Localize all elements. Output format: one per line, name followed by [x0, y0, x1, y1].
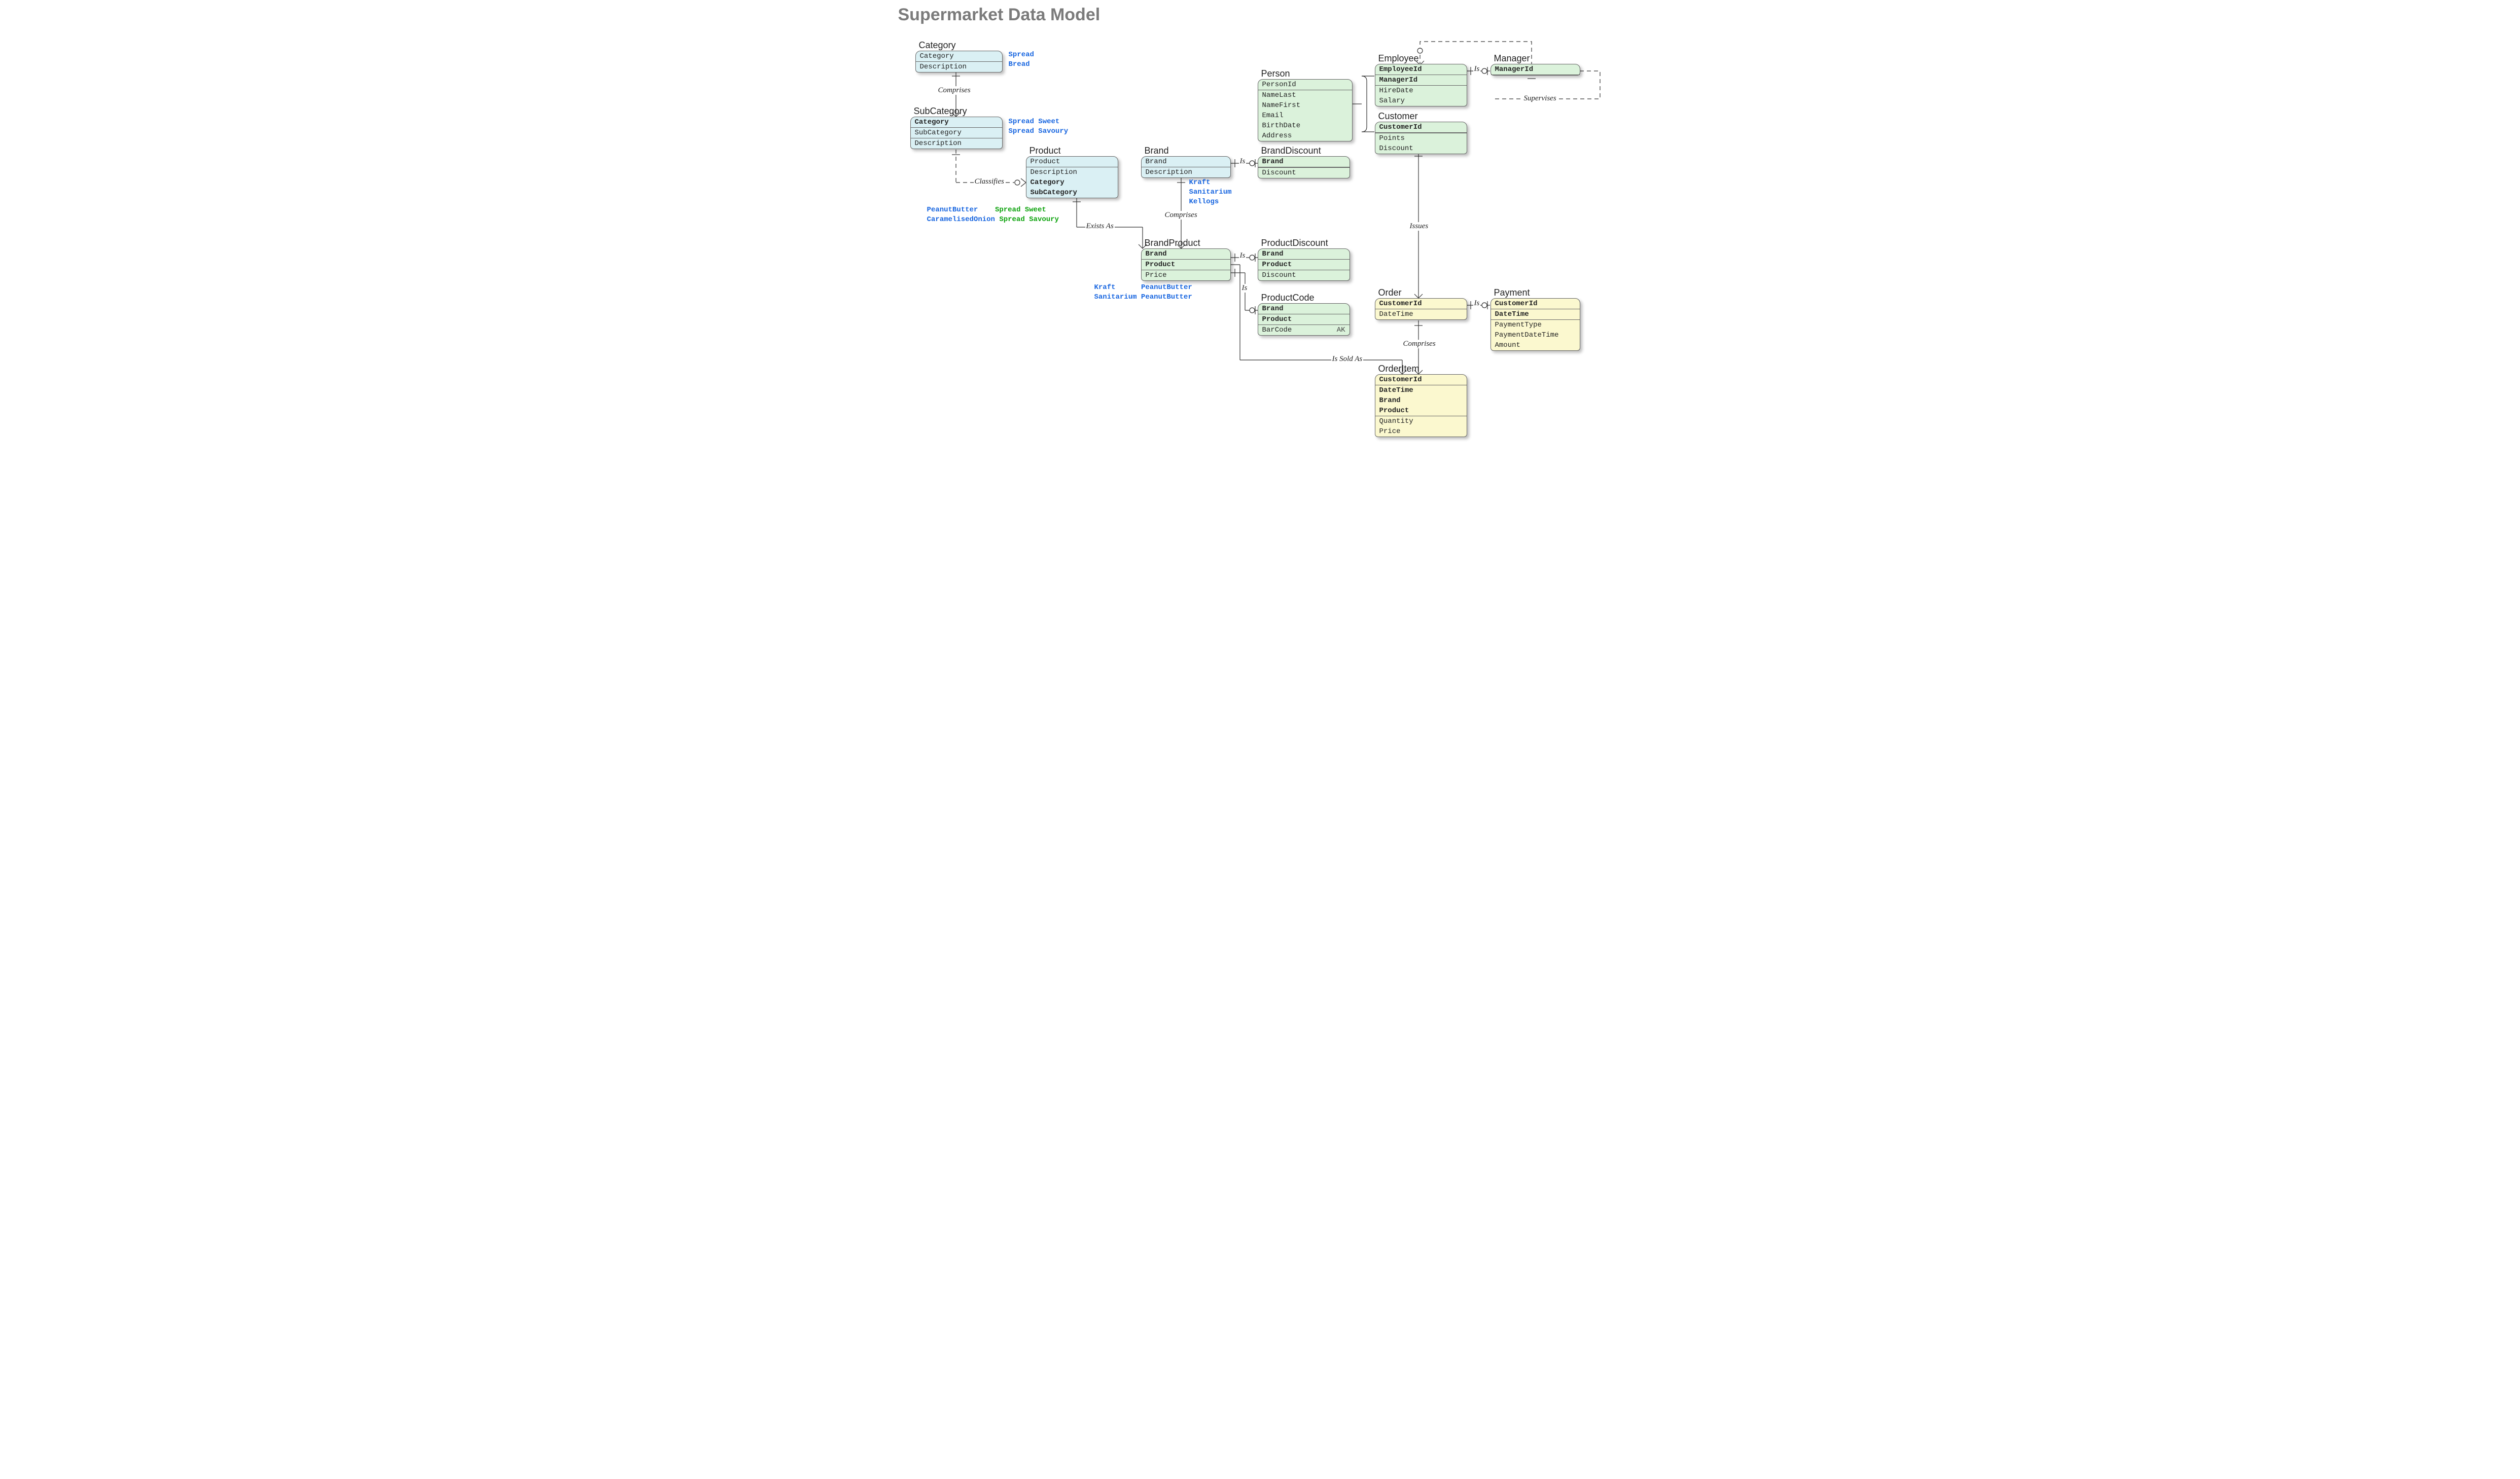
entity-order: OrderCustomerIdDateTime	[1375, 298, 1467, 320]
field-brand: Brand	[1142, 157, 1230, 167]
field-customerid: CustomerId	[1375, 299, 1467, 309]
field-datetime: DateTime	[1375, 385, 1467, 395]
entity-title: Payment	[1494, 287, 1530, 298]
field-category: Category	[911, 117, 1002, 128]
entity-category: CategoryCategoryDescription	[915, 51, 1003, 73]
field-namefirst: NameFirst	[1258, 100, 1352, 111]
field-birthdate: BirthDate	[1258, 121, 1352, 131]
field-product: Product	[1375, 406, 1467, 416]
entity-customer: CustomerCustomerIdPointsDiscount	[1375, 122, 1467, 154]
field-product: Product	[1026, 157, 1118, 167]
field-customerid: CustomerId	[1375, 122, 1467, 133]
field-email: Email	[1258, 111, 1352, 121]
field-barcode: BarCodeAK	[1258, 324, 1350, 335]
rel-comprises-brand-bp: Comprises	[1164, 211, 1198, 220]
rel-is-order-payment: Is	[1473, 299, 1481, 308]
field-managerid: ManagerId	[1375, 75, 1467, 85]
rel-issues: Issues	[1409, 222, 1430, 231]
entity-title: OrderItem	[1378, 364, 1419, 374]
field-category: Category	[916, 51, 1002, 62]
entity-title: ProductCode	[1261, 293, 1315, 303]
field-price: Price	[1142, 270, 1230, 280]
field-product: Product	[1142, 260, 1230, 270]
entity-orderitem: OrderItemCustomerIdDateTimeBrandProductQ…	[1375, 374, 1467, 437]
field-address: Address	[1258, 131, 1352, 141]
field-brand: Brand	[1258, 304, 1350, 314]
entity-title: Person	[1261, 68, 1290, 79]
rel-exists-as: Exists As	[1085, 222, 1115, 231]
entity-productdiscount: ProductDiscountBrandProductDiscount	[1258, 248, 1350, 281]
entity-title: Category	[919, 40, 956, 51]
rel-is-prod-discount: Is	[1239, 251, 1247, 260]
note-subcategory: Spread Sweet Spread Savoury	[1009, 117, 1069, 136]
entity-title: Brand	[1145, 146, 1169, 156]
field-description: Description	[1142, 167, 1230, 177]
field-price: Price	[1375, 426, 1467, 437]
field-quantity: Quantity	[1375, 416, 1467, 426]
field-datetime: DateTime	[1491, 309, 1580, 319]
rel-is-sold-as: Is Sold As	[1331, 355, 1364, 364]
entity-title: BrandDiscount	[1261, 146, 1321, 156]
field-brand: Brand	[1258, 157, 1350, 167]
diagram-canvas: Supermarket Data Model	[885, 0, 1636, 441]
field-paymentdatetime: PaymentDateTime	[1491, 330, 1580, 340]
field-points: Points	[1375, 133, 1467, 143]
rel-supervises: Supervises	[1523, 94, 1557, 103]
entity-payment: PaymentCustomerIdDateTimePaymentTypePaym…	[1490, 298, 1580, 351]
entity-manager: ManagerManagerId	[1490, 64, 1580, 76]
entity-product: ProductProductDescriptionCategorySubCate…	[1026, 156, 1118, 198]
field-discount: Discount	[1258, 167, 1350, 178]
rel-comprises-order-item: Comprises	[1402, 340, 1437, 348]
rel-is-brand-discount: Is	[1239, 157, 1247, 166]
entity-title: BrandProduct	[1145, 238, 1200, 248]
field-hiredate: HireDate	[1375, 85, 1467, 96]
field-managerid: ManagerId	[1491, 64, 1580, 75]
field-namelast: NameLast	[1258, 90, 1352, 100]
entity-title: Order	[1378, 287, 1402, 298]
entity-brand: BrandBrandDescription	[1141, 156, 1231, 178]
field-brand: Brand	[1142, 249, 1230, 260]
note-product: PeanutButter Spread Sweet CaramelisedOni…	[927, 205, 1059, 225]
field-amount: Amount	[1491, 340, 1580, 350]
field-paymenttype: PaymentType	[1491, 319, 1580, 330]
entity-employee: EmployeeEmployeeIdManagerIdHireDateSalar…	[1375, 64, 1467, 106]
field-product: Product	[1258, 314, 1350, 324]
note-brandproduct: Kraft PeanutButter Sanitarium PeanutButt…	[1094, 283, 1192, 302]
entity-subcategory: SubCategoryCategorySubCategoryDescriptio…	[910, 117, 1003, 149]
note-category: Spread Bread	[1009, 50, 1034, 69]
field-employeeid: EmployeeId	[1375, 64, 1467, 75]
entity-title: Manager	[1494, 53, 1530, 64]
entity-title: ProductDiscount	[1261, 238, 1328, 248]
field-subcategory: SubCategory	[1026, 188, 1118, 198]
field-salary: Salary	[1375, 96, 1467, 106]
entity-productcode: ProductCodeBrandProductBarCodeAK	[1258, 303, 1350, 336]
entity-brandproduct: BrandProductBrandProductPrice	[1141, 248, 1231, 281]
entity-branddiscount: BrandDiscountBrandDiscount	[1258, 156, 1350, 178]
rel-is-emp-mgr: Is	[1473, 65, 1481, 74]
field-description: Description	[1026, 167, 1118, 177]
entity-title: Product	[1030, 146, 1061, 156]
field-discount: Discount	[1258, 270, 1350, 280]
note-brand: Kraft Sanitarium Kellogs	[1189, 178, 1232, 207]
field-subcategory: SubCategory	[911, 128, 1002, 138]
rel-classifies: Classifies	[974, 177, 1005, 186]
field-description: Description	[916, 62, 1002, 72]
entity-person: PersonPersonIdNameLastNameFirstEmailBirt…	[1258, 79, 1353, 141]
field-datetime: DateTime	[1375, 309, 1467, 319]
field-category: Category	[1026, 177, 1118, 188]
field-personid: PersonId	[1258, 80, 1352, 90]
entity-title: SubCategory	[914, 106, 967, 117]
diagram-title: Supermarket Data Model	[898, 5, 1101, 25]
entity-title: Customer	[1378, 111, 1418, 122]
entity-title: Employee	[1378, 53, 1419, 64]
field-customerid: CustomerId	[1375, 375, 1467, 385]
field-customerid: CustomerId	[1491, 299, 1580, 309]
field-brand: Brand	[1258, 249, 1350, 260]
field-brand: Brand	[1375, 395, 1467, 406]
field-discount: Discount	[1375, 143, 1467, 154]
field-product: Product	[1258, 260, 1350, 270]
field-description: Description	[911, 138, 1002, 149]
rel-is-prod-code: Is	[1241, 284, 1249, 293]
rel-comprises-cat-sub: Comprises	[937, 86, 972, 95]
